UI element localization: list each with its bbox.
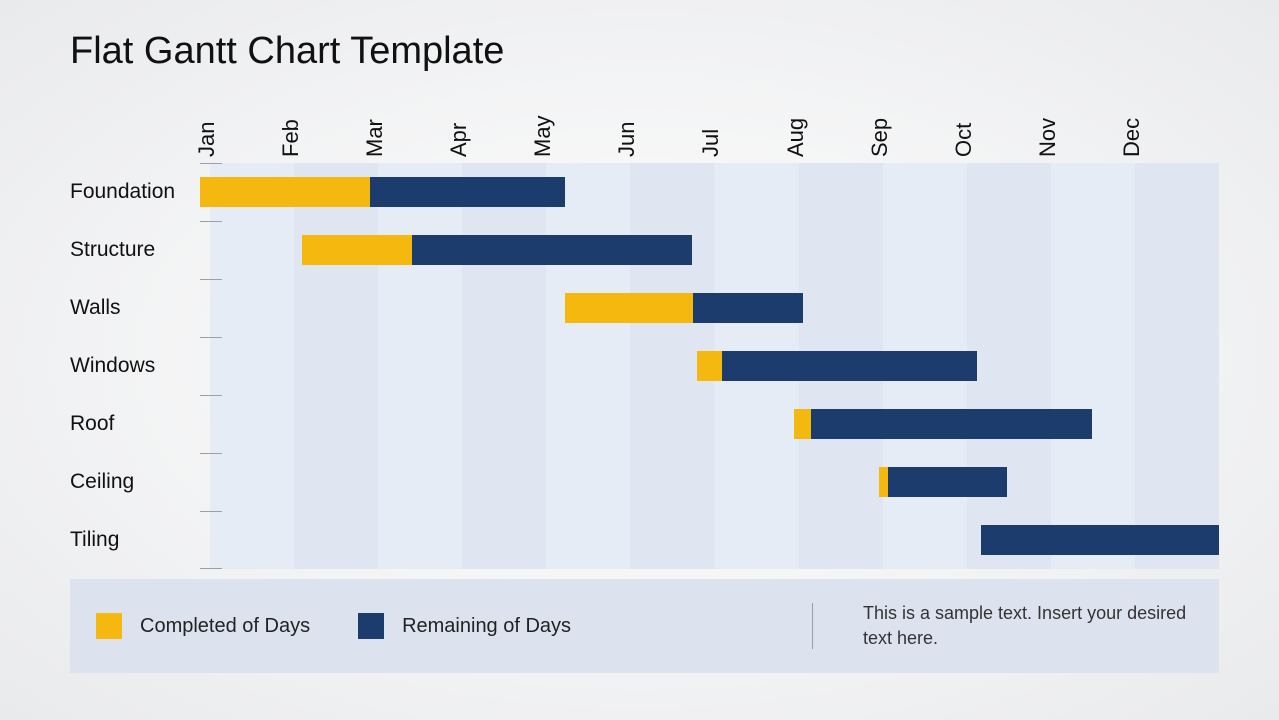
bar-remaining	[722, 351, 977, 381]
table-row: Walls	[70, 279, 1219, 337]
gantt-bar	[981, 525, 1219, 555]
month-label: Jan	[194, 73, 220, 157]
task-label: Ceiling	[70, 470, 200, 494]
bar-track	[200, 453, 1219, 511]
task-label: Windows	[70, 354, 200, 378]
bar-remaining	[811, 409, 1091, 439]
bar-remaining	[981, 525, 1219, 555]
month-label: Aug	[783, 73, 809, 157]
gantt-bar	[565, 293, 803, 323]
legend: Completed of Days Remaining of Days	[96, 613, 571, 639]
month-axis: JanFebMarAprMayJunJulAugSepOctNovDec	[210, 91, 1219, 163]
task-label: Structure	[70, 238, 200, 262]
task-label: Walls	[70, 296, 200, 320]
table-row: Tiling	[70, 511, 1219, 569]
bar-track	[200, 511, 1219, 569]
bar-track	[200, 279, 1219, 337]
legend-item-completed: Completed of Days	[96, 613, 310, 639]
swatch-remaining-icon	[358, 613, 384, 639]
month-label: Mar	[362, 73, 388, 157]
gantt-bar	[794, 409, 1091, 439]
task-label: Roof	[70, 412, 200, 436]
month-label: Oct	[951, 73, 977, 157]
bar-remaining	[412, 235, 692, 265]
plot-area: FoundationStructureWallsWindowsRoofCeili…	[210, 163, 1219, 569]
gantt-bar	[697, 351, 977, 381]
bar-completed	[200, 177, 370, 207]
table-row: Foundation	[70, 163, 1219, 221]
chart-footer: Completed of Days Remaining of Days This…	[70, 579, 1219, 673]
gantt-bar	[879, 467, 1006, 497]
bar-track	[200, 221, 1219, 279]
bar-completed	[794, 409, 811, 439]
bar-completed	[565, 293, 692, 323]
swatch-completed-icon	[96, 613, 122, 639]
month-label: Jun	[614, 73, 640, 157]
divider	[812, 603, 813, 649]
bar-track	[200, 395, 1219, 453]
bar-remaining	[370, 177, 565, 207]
table-row: Ceiling	[70, 453, 1219, 511]
page-title: Flat Gantt Chart Template	[70, 30, 1219, 73]
month-label: Apr	[446, 73, 472, 157]
month-label: Sep	[867, 73, 893, 157]
gantt-bar	[200, 177, 565, 207]
month-label: Feb	[278, 73, 304, 157]
month-label: May	[530, 73, 556, 157]
bar-completed	[879, 467, 887, 497]
gantt-bar	[302, 235, 693, 265]
table-row: Structure	[70, 221, 1219, 279]
month-label: Jul	[698, 73, 724, 157]
legend-label-remaining: Remaining of Days	[402, 615, 571, 638]
bar-remaining	[693, 293, 803, 323]
bar-completed	[302, 235, 412, 265]
task-label: Foundation	[70, 180, 200, 204]
bar-completed	[697, 351, 722, 381]
table-row: Windows	[70, 337, 1219, 395]
task-label: Tiling	[70, 528, 200, 552]
month-label: Dec	[1119, 73, 1145, 157]
bar-track	[200, 163, 1219, 221]
month-label: Nov	[1035, 73, 1061, 157]
bar-remaining	[888, 467, 1007, 497]
table-row: Roof	[70, 395, 1219, 453]
bar-track	[200, 337, 1219, 395]
gantt-chart: JanFebMarAprMayJunJulAugSepOctNovDec Fou…	[70, 91, 1219, 673]
legend-label-completed: Completed of Days	[140, 615, 310, 638]
footer-note: This is a sample text. Insert your desir…	[863, 601, 1193, 651]
legend-item-remaining: Remaining of Days	[358, 613, 571, 639]
